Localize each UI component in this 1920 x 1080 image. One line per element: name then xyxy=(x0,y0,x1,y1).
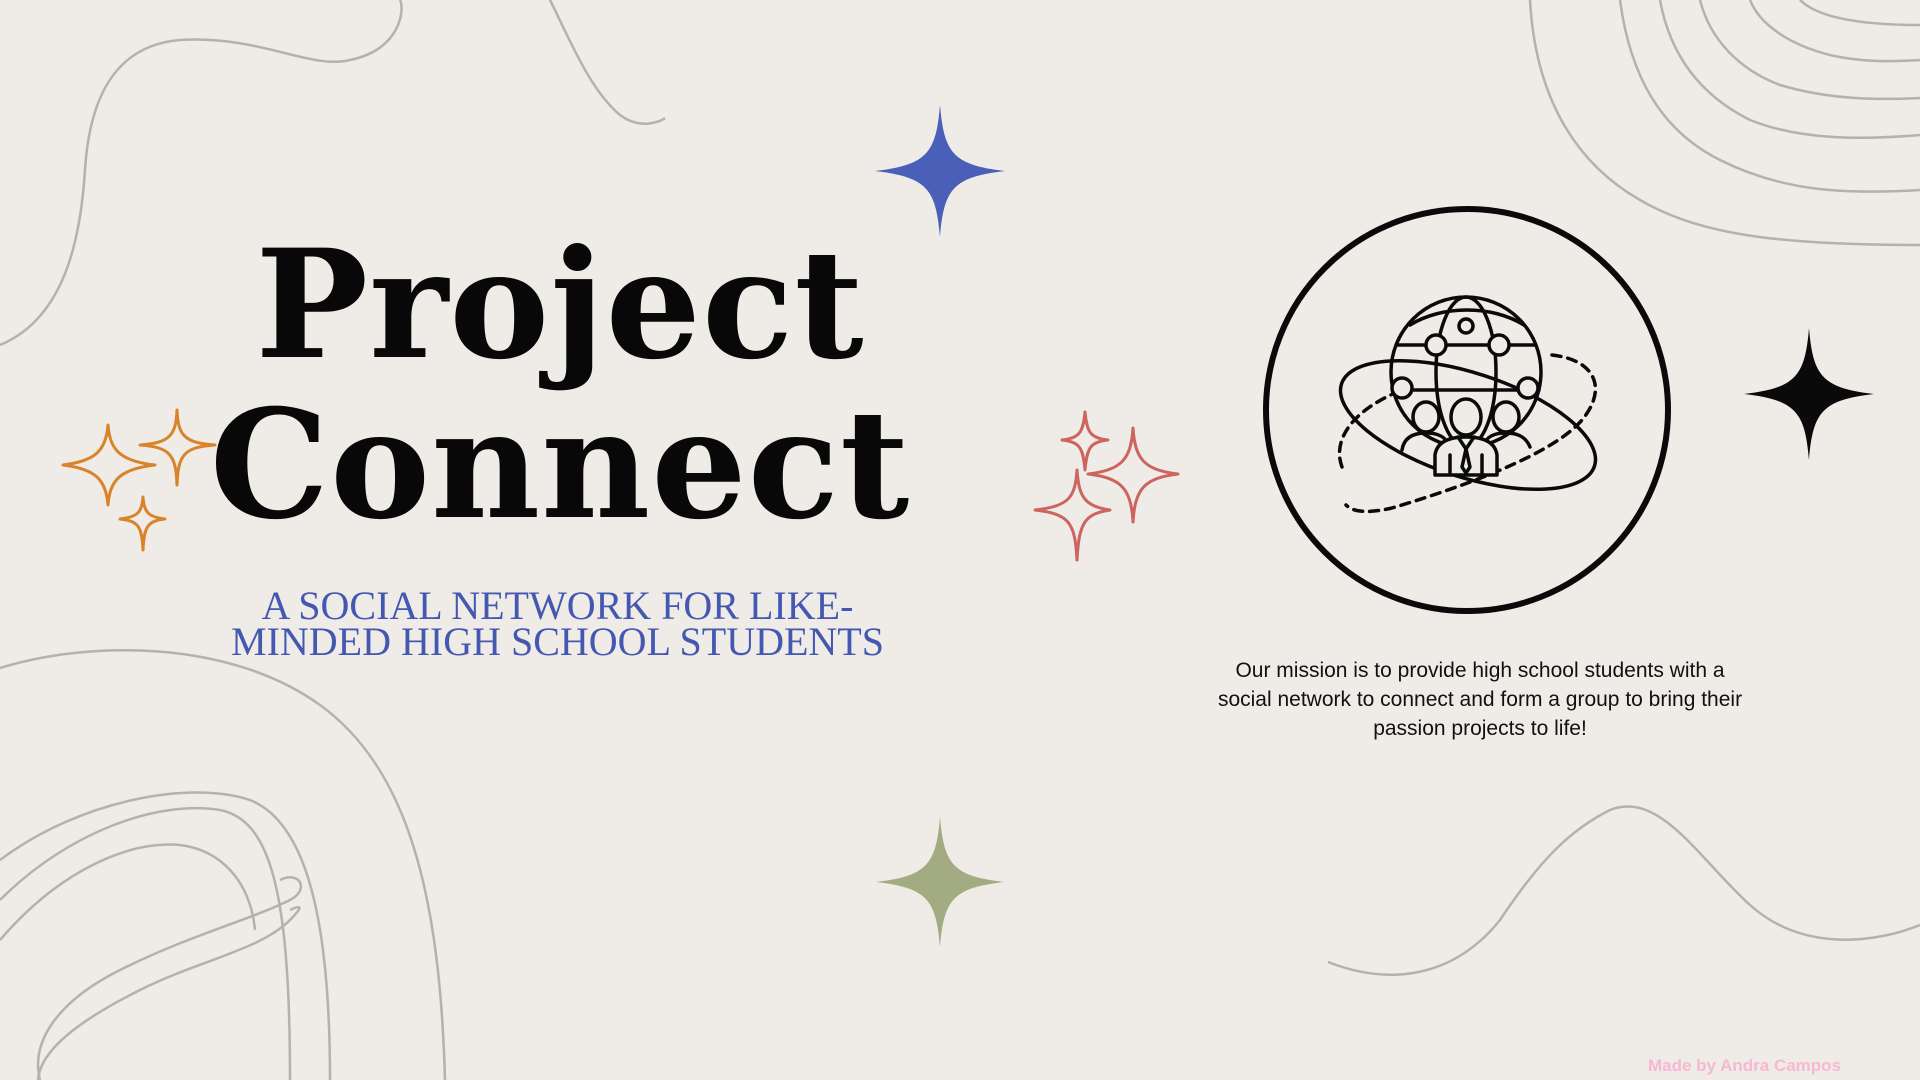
mission-statement: Our mission is to provide high school st… xyxy=(1217,659,1743,740)
title-line-2: Connect xyxy=(209,377,911,553)
subtitle: A social network for like-minded high sc… xyxy=(231,583,884,664)
page-title: Project Connect xyxy=(180,225,940,545)
slide: Project Connect A social network for lik… xyxy=(0,0,1920,1080)
sparkles-orange-icon xyxy=(61,408,217,552)
sparkle-blue-icon xyxy=(875,105,1005,237)
sparkle-black-icon xyxy=(1744,328,1874,460)
title-line-1: Project xyxy=(255,217,865,393)
globe-network-people-icon xyxy=(1263,206,1671,614)
sparkle-green-icon xyxy=(876,817,1004,947)
credit-text: Made by Andra Campos xyxy=(1648,1056,1842,1075)
sparkles-red-icon xyxy=(1033,410,1180,562)
